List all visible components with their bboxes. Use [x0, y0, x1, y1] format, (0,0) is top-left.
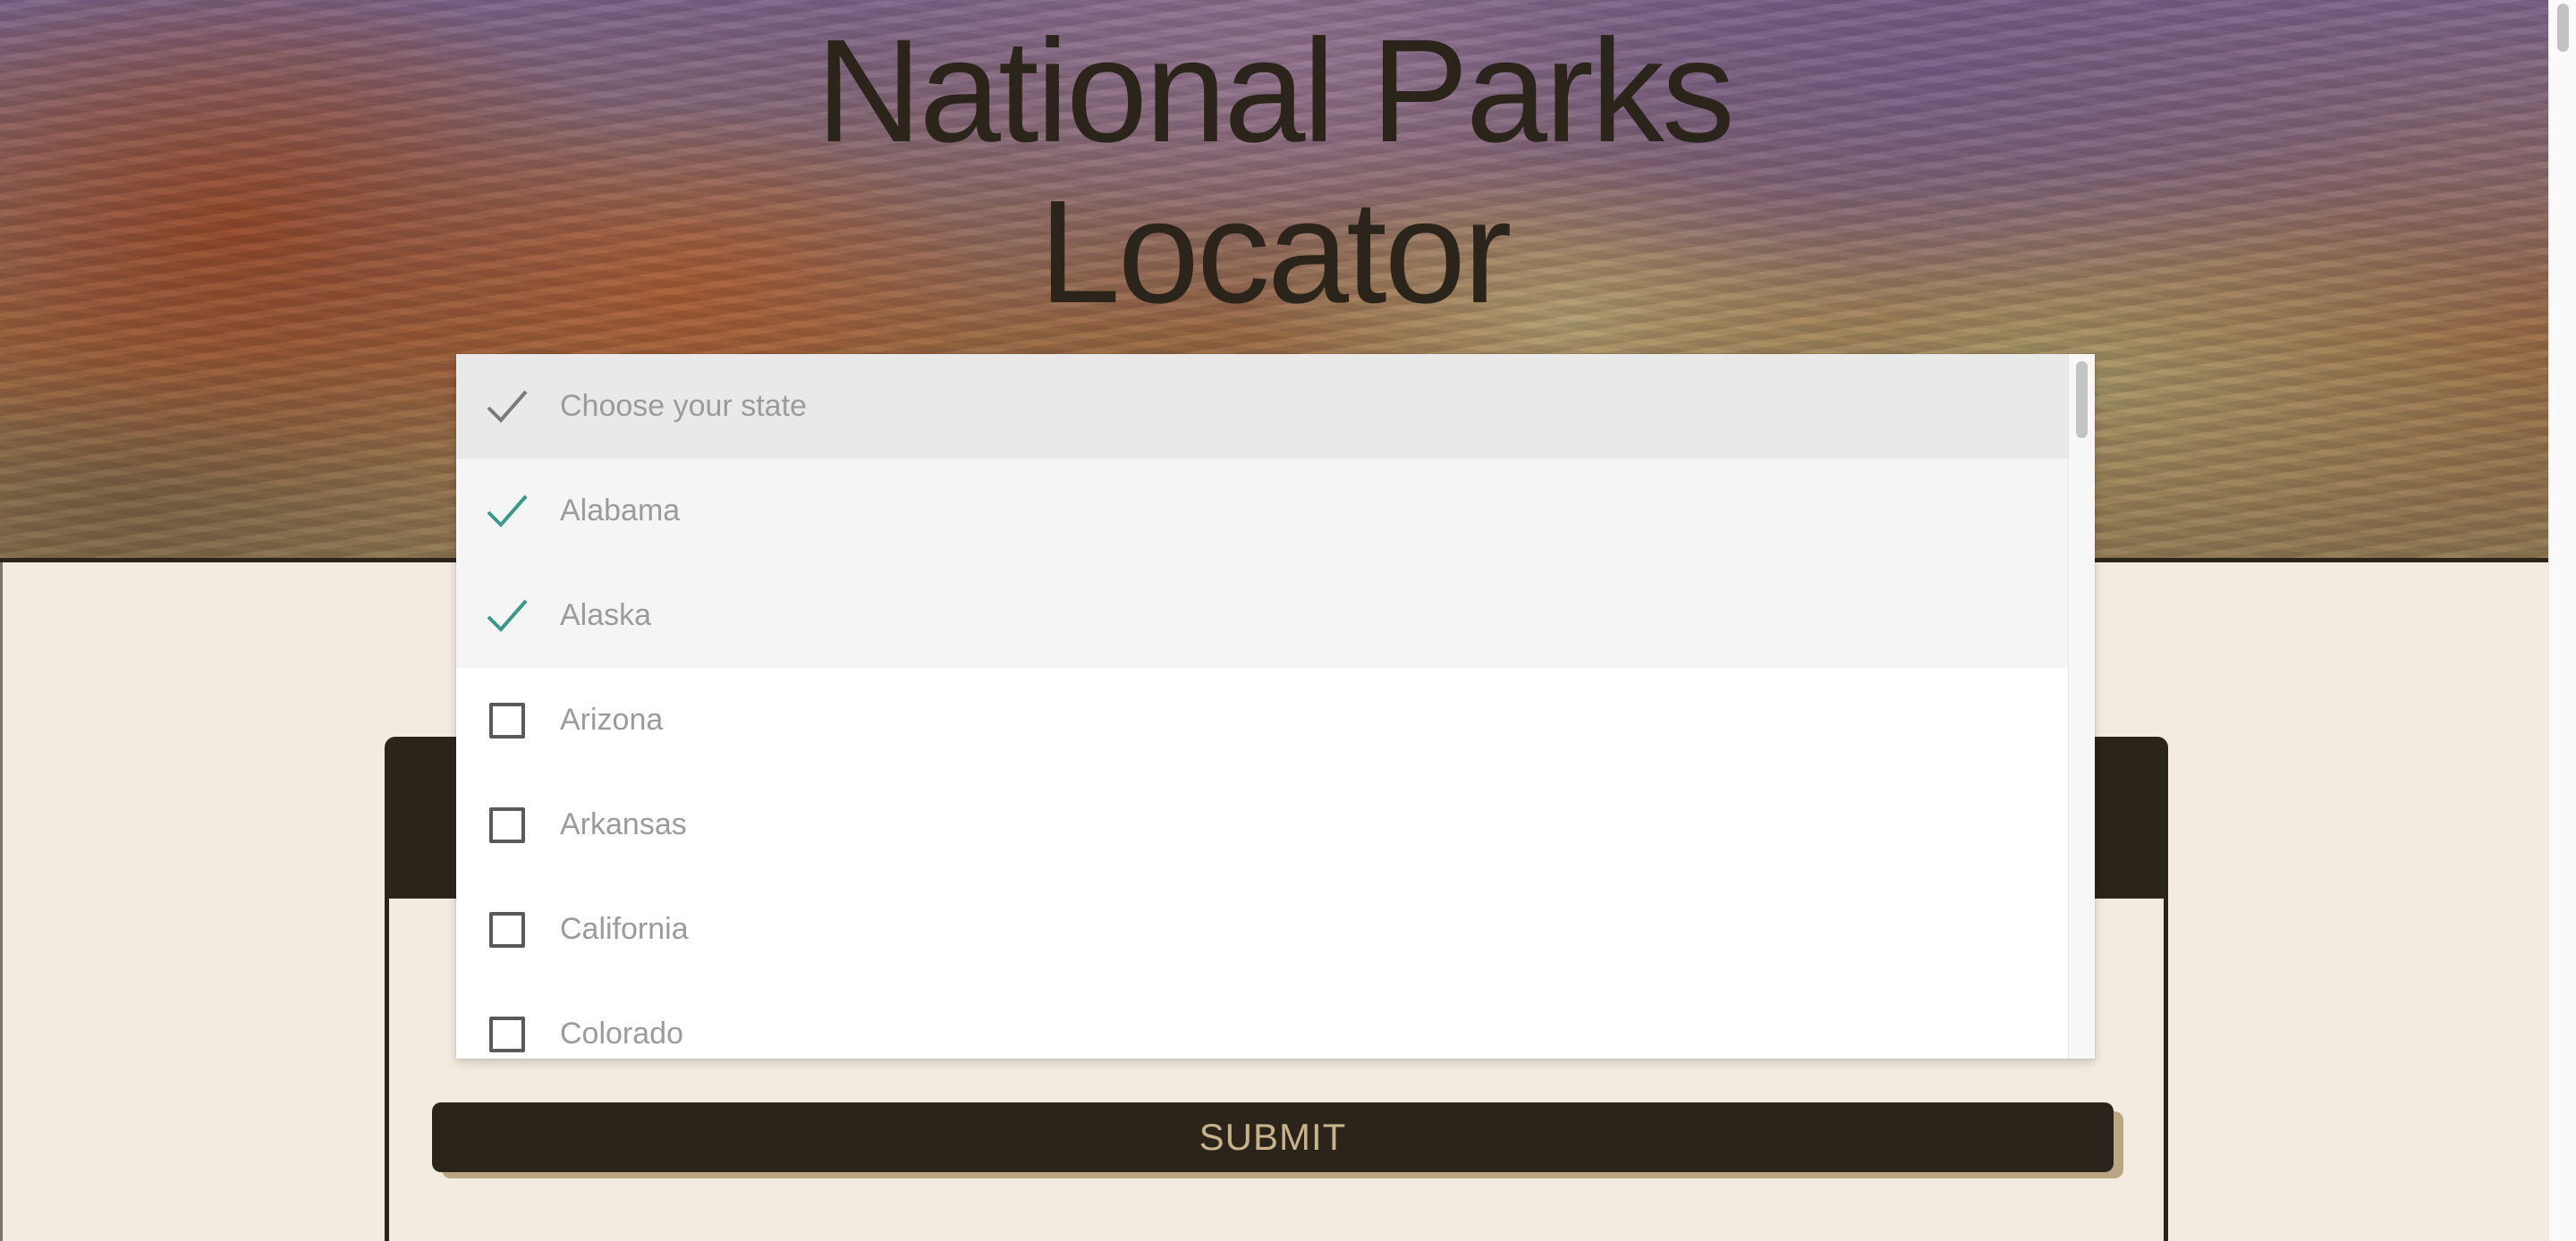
state-option-label: Arkansas — [560, 807, 687, 841]
state-option-arkansas[interactable]: Arkansas — [456, 772, 2068, 877]
checkbox-icon[interactable] — [489, 1016, 525, 1052]
state-option-label: Choose your state — [560, 389, 807, 423]
state-options-list: Choose your state Alabama Alaska Arizona — [456, 354, 2068, 1059]
checkbox-icon[interactable] — [489, 911, 525, 948]
check-icon — [487, 599, 528, 632]
dropdown-scroll-thumb[interactable] — [2076, 361, 2088, 438]
page-title: National Parks Locator — [0, 11, 2548, 333]
check-icon — [487, 390, 528, 423]
state-option-label: California — [560, 912, 689, 946]
state-option-colorado[interactable]: Colorado — [456, 982, 2068, 1059]
state-option-alaska[interactable]: Alaska — [456, 563, 2068, 668]
page-title-line-2: Locator — [1038, 170, 1512, 333]
state-option-label: Alaska — [560, 598, 652, 632]
checkbox-icon[interactable] — [489, 806, 525, 843]
page-scroll-thumb[interactable] — [2557, 4, 2569, 52]
submit-button[interactable]: SUBMIT — [432, 1102, 2114, 1172]
state-option-california[interactable]: California — [456, 877, 2068, 982]
dropdown-scrollbar[interactable] — [2068, 354, 2095, 1059]
state-option-arizona[interactable]: Arizona — [456, 668, 2068, 772]
page: National Parks Locator SUBMIT Choose you… — [0, 0, 2576, 1241]
state-option-alabama[interactable]: Alabama — [456, 459, 2068, 563]
state-dropdown-menu[interactable]: Choose your state Alabama Alaska Arizona — [456, 354, 2095, 1059]
state-option-placeholder[interactable]: Choose your state — [456, 354, 2068, 459]
page-scrollbar[interactable] — [2548, 0, 2576, 1241]
page-left-border — [0, 561, 3, 1241]
state-option-label: Arizona — [560, 703, 664, 737]
page-title-line-1: National Parks — [816, 9, 1734, 173]
state-option-label: Colorado — [560, 1017, 683, 1051]
checkbox-icon[interactable] — [489, 702, 525, 739]
check-icon — [487, 494, 528, 528]
state-option-label: Alabama — [560, 494, 681, 528]
